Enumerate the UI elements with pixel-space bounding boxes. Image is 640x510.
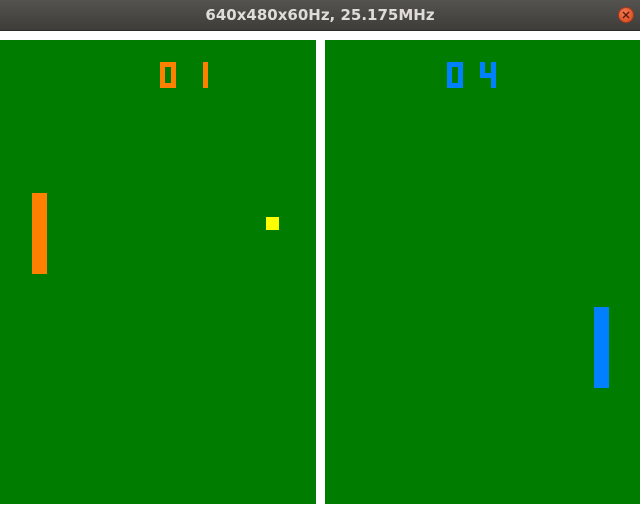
close-icon [622, 11, 630, 19]
app-window: 640x480x60Hz, 25.175MHz [0, 0, 640, 510]
game-display [0, 31, 640, 510]
digit-segment [203, 62, 208, 88]
window-title: 640x480x60Hz, 25.175MHz [205, 6, 435, 24]
close-button[interactable] [618, 7, 634, 23]
left-paddle [32, 193, 47, 274]
left-score-digit-1 [160, 62, 176, 88]
ball [266, 217, 279, 230]
right-score-digit-1 [447, 62, 463, 88]
right-paddle [594, 307, 609, 388]
left-score-digit-2 [195, 62, 211, 88]
title-bar: 640x480x60Hz, 25.175MHz [0, 0, 640, 31]
right-play-field [325, 40, 640, 504]
digit-segment [160, 62, 165, 78]
digit-segment [447, 62, 452, 78]
digit-segment [491, 73, 496, 88]
right-score-digit-2 [480, 62, 496, 88]
left-play-field [0, 40, 316, 504]
